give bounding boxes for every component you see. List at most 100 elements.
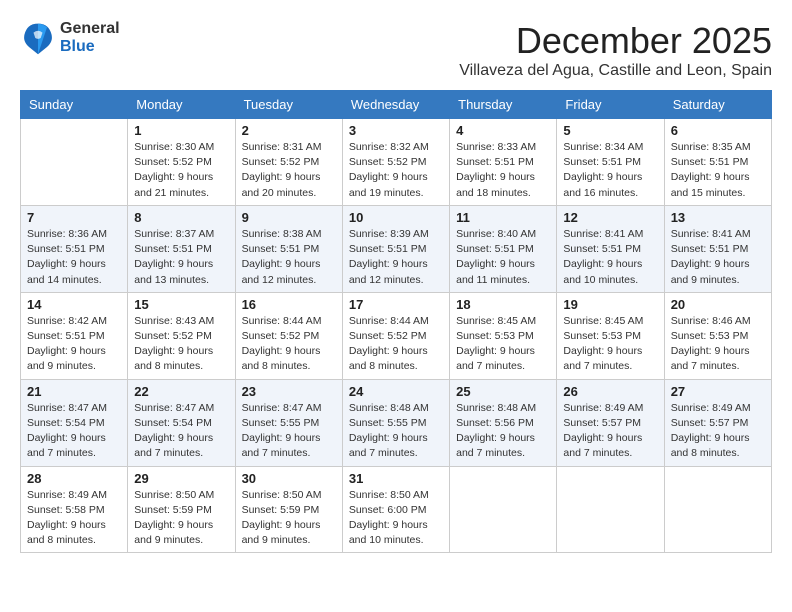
day-info: Sunrise: 8:41 AM Sunset: 5:51 PM Dayligh…: [671, 227, 765, 288]
calendar-cell: 15Sunrise: 8:43 AM Sunset: 5:52 PM Dayli…: [128, 292, 235, 379]
calendar-cell: 27 Sunrise: 8:49 AM Sunset: 5:57 PM Dayli…: [664, 379, 771, 466]
day-number: 20: [671, 297, 765, 312]
title-area: December 2025 Villaveza del Agua, Castil…: [459, 20, 772, 80]
calendar-week-row: 14 Sunrise: 8:42 AM Sunset: 5:51 PM Dayli…: [21, 292, 772, 379]
day-number: 28: [27, 471, 121, 486]
day-number: 6: [671, 123, 765, 138]
day-info: Sunrise: 8:50 AM Sunset: 6:00 PM Dayligh…: [349, 488, 443, 549]
calendar-cell: 12 Sunrise: 8:41 AM Sunset: 5:51 PM Dayli…: [557, 205, 664, 292]
day-info: Sunrise: 8:42 AM Sunset: 5:51 PM Dayligh…: [27, 314, 121, 375]
calendar-cell: 6 Sunrise: 8:35 AM Sunset: 5:51 PM Daylig…: [664, 119, 771, 206]
day-number: 19: [563, 297, 657, 312]
day-number: 25: [456, 384, 550, 399]
calendar-cell: 13 Sunrise: 8:41 AM Sunset: 5:51 PM Dayli…: [664, 205, 771, 292]
day-number: 3: [349, 123, 443, 138]
calendar-cell: 29Sunrise: 8:50 AM Sunset: 5:59 PM Dayli…: [128, 466, 235, 553]
day-info: Sunrise: 8:50 AM Sunset: 5:59 PM Dayligh…: [242, 488, 336, 549]
calendar-table: SundayMondayTuesdayWednesdayThursdayFrid…: [20, 90, 772, 553]
day-info: Sunrise: 8:49 AM Sunset: 5:57 PM Dayligh…: [563, 401, 657, 462]
day-number: 30: [242, 471, 336, 486]
header-day-friday: Friday: [557, 91, 664, 119]
day-number: 9: [242, 210, 336, 225]
day-number: 8: [134, 210, 228, 225]
day-info: Sunrise: 8:49 AM Sunset: 5:57 PM Dayligh…: [671, 401, 765, 462]
day-info: Sunrise: 8:30 AM Sunset: 5:52 PM Dayligh…: [134, 140, 228, 201]
month-title: December 2025: [459, 20, 772, 62]
day-number: 1: [134, 123, 228, 138]
calendar-cell: 18 Sunrise: 8:45 AM Sunset: 5:53 PM Dayli…: [450, 292, 557, 379]
day-info: Sunrise: 8:35 AM Sunset: 5:51 PM Dayligh…: [671, 140, 765, 201]
day-number: 23: [242, 384, 336, 399]
day-number: 10: [349, 210, 443, 225]
day-info: Sunrise: 8:50 AM Sunset: 5:59 PM Dayligh…: [134, 488, 228, 549]
day-number: 4: [456, 123, 550, 138]
day-info: Sunrise: 8:40 AM Sunset: 5:51 PM Dayligh…: [456, 227, 550, 288]
day-number: 18: [456, 297, 550, 312]
day-info: Sunrise: 8:49 AM Sunset: 5:58 PM Dayligh…: [27, 488, 121, 549]
day-number: 11: [456, 210, 550, 225]
day-number: 16: [242, 297, 336, 312]
calendar-cell: 26Sunrise: 8:49 AM Sunset: 5:57 PM Dayli…: [557, 379, 664, 466]
day-number: 27: [671, 384, 765, 399]
calendar-cell: 7 Sunrise: 8:36 AM Sunset: 5:51 PM Daylig…: [21, 205, 128, 292]
calendar-cell: 1 Sunrise: 8:30 AM Sunset: 5:52 PM Daylig…: [128, 119, 235, 206]
calendar-cell: 2 Sunrise: 8:31 AM Sunset: 5:52 PM Daylig…: [235, 119, 342, 206]
day-info: Sunrise: 8:39 AM Sunset: 5:51 PM Dayligh…: [349, 227, 443, 288]
day-number: 31: [349, 471, 443, 486]
day-info: Sunrise: 8:36 AM Sunset: 5:51 PM Dayligh…: [27, 227, 121, 288]
calendar-cell: [557, 466, 664, 553]
day-info: Sunrise: 8:34 AM Sunset: 5:51 PM Dayligh…: [563, 140, 657, 201]
calendar-week-row: 21 Sunrise: 8:47 AM Sunset: 5:54 PM Dayli…: [21, 379, 772, 466]
day-info: Sunrise: 8:44 AM Sunset: 5:52 PM Dayligh…: [349, 314, 443, 375]
calendar-cell: 24Sunrise: 8:48 AM Sunset: 5:55 PM Dayli…: [342, 379, 449, 466]
day-number: 7: [27, 210, 121, 225]
calendar-cell: 28 Sunrise: 8:49 AM Sunset: 5:58 PM Dayli…: [21, 466, 128, 553]
calendar-cell: 25 Sunrise: 8:48 AM Sunset: 5:56 PM Dayli…: [450, 379, 557, 466]
calendar-cell: 11 Sunrise: 8:40 AM Sunset: 5:51 PM Dayli…: [450, 205, 557, 292]
day-info: Sunrise: 8:46 AM Sunset: 5:53 PM Dayligh…: [671, 314, 765, 375]
location-title: Villaveza del Agua, Castille and Leon, S…: [459, 62, 772, 80]
header-day-saturday: Saturday: [664, 91, 771, 119]
calendar-week-row: 28 Sunrise: 8:49 AM Sunset: 5:58 PM Dayli…: [21, 466, 772, 553]
day-info: Sunrise: 8:41 AM Sunset: 5:51 PM Dayligh…: [563, 227, 657, 288]
day-number: 2: [242, 123, 336, 138]
day-number: 12: [563, 210, 657, 225]
calendar-cell: 31 Sunrise: 8:50 AM Sunset: 6:00 PM Dayli…: [342, 466, 449, 553]
day-info: Sunrise: 8:47 AM Sunset: 5:54 PM Dayligh…: [134, 401, 228, 462]
day-number: 21: [27, 384, 121, 399]
day-info: Sunrise: 8:48 AM Sunset: 5:55 PM Dayligh…: [349, 401, 443, 462]
day-number: 13: [671, 210, 765, 225]
day-info: Sunrise: 8:45 AM Sunset: 5:53 PM Dayligh…: [456, 314, 550, 375]
logo-icon: [20, 20, 56, 56]
header-day-tuesday: Tuesday: [235, 91, 342, 119]
logo-blue-text: Blue: [60, 38, 120, 56]
day-number: 22: [134, 384, 228, 399]
calendar-cell: 23 Sunrise: 8:47 AM Sunset: 5:55 PM Dayli…: [235, 379, 342, 466]
calendar-cell: 9Sunrise: 8:38 AM Sunset: 5:51 PM Daylig…: [235, 205, 342, 292]
calendar-cell: [21, 119, 128, 206]
calendar-cell: 30 Sunrise: 8:50 AM Sunset: 5:59 PM Dayli…: [235, 466, 342, 553]
day-number: 14: [27, 297, 121, 312]
day-info: Sunrise: 8:31 AM Sunset: 5:52 PM Dayligh…: [242, 140, 336, 201]
calendar-cell: 21Sunrise: 8:47 AM Sunset: 5:54 PM Dayli…: [21, 379, 128, 466]
day-info: Sunrise: 8:48 AM Sunset: 5:56 PM Dayligh…: [456, 401, 550, 462]
day-info: Sunrise: 8:33 AM Sunset: 5:51 PM Dayligh…: [456, 140, 550, 201]
calendar-cell: 17 Sunrise: 8:44 AM Sunset: 5:52 PM Dayli…: [342, 292, 449, 379]
day-info: Sunrise: 8:32 AM Sunset: 5:52 PM Dayligh…: [349, 140, 443, 201]
header: General Blue December 2025 Villaveza del…: [20, 20, 772, 80]
day-number: 5: [563, 123, 657, 138]
calendar-cell: 5 Sunrise: 8:34 AM Sunset: 5:51 PM Daylig…: [557, 119, 664, 206]
calendar-cell: 8Sunrise: 8:37 AM Sunset: 5:51 PM Daylig…: [128, 205, 235, 292]
calendar-cell: [664, 466, 771, 553]
logo-general-text: General: [60, 20, 120, 38]
header-day-thursday: Thursday: [450, 91, 557, 119]
day-info: Sunrise: 8:45 AM Sunset: 5:53 PM Dayligh…: [563, 314, 657, 375]
calendar-cell: [450, 466, 557, 553]
day-info: Sunrise: 8:44 AM Sunset: 5:52 PM Dayligh…: [242, 314, 336, 375]
day-info: Sunrise: 8:47 AM Sunset: 5:55 PM Dayligh…: [242, 401, 336, 462]
header-day-sunday: Sunday: [21, 91, 128, 119]
calendar-week-row: 7 Sunrise: 8:36 AM Sunset: 5:51 PM Daylig…: [21, 205, 772, 292]
day-number: 17: [349, 297, 443, 312]
day-info: Sunrise: 8:43 AM Sunset: 5:52 PM Dayligh…: [134, 314, 228, 375]
calendar-cell: 4 Sunrise: 8:33 AM Sunset: 5:51 PM Daylig…: [450, 119, 557, 206]
